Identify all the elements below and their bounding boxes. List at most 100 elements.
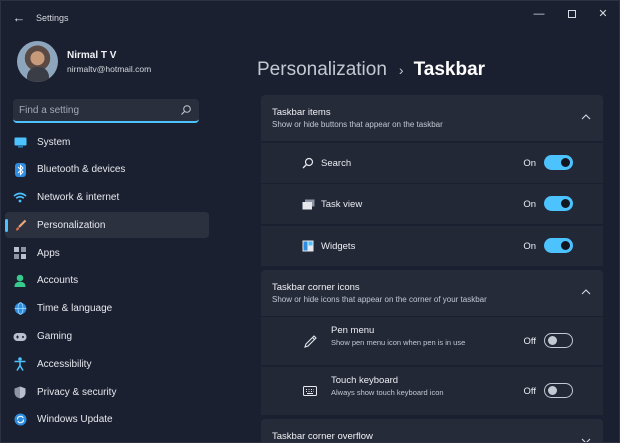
- accessibility-icon: [13, 357, 27, 372]
- sidebar-item-apps[interactable]: Apps: [5, 240, 209, 266]
- avatar: [17, 41, 58, 82]
- touch-keyboard-toggle[interactable]: [544, 382, 573, 398]
- toggle-state-text: Off: [523, 336, 537, 347]
- setting-row-task-view: Task view On: [261, 184, 603, 224]
- chevron-up-icon[interactable]: [581, 113, 591, 121]
- taskbar-items-header[interactable]: Taskbar items Show or hide buttons that …: [261, 95, 603, 141]
- search-input[interactable]: [19, 102, 169, 118]
- gamepad-icon: [13, 330, 27, 344]
- sidebar-item-label: Gaming: [37, 331, 73, 343]
- close-button[interactable]: ✕: [588, 5, 618, 23]
- search-box[interactable]: [13, 99, 199, 123]
- minimize-button[interactable]: —: [524, 5, 554, 23]
- setting-row-pen-menu: Pen menu Show pen menu icon when pen is …: [261, 317, 603, 365]
- group-subtitle: Show or hide buttons that appear on the …: [272, 120, 443, 129]
- search-icon[interactable]: [180, 104, 192, 116]
- sidebar-item-label: Time & language: [37, 303, 113, 315]
- setting-label: Search: [321, 157, 352, 169]
- maximize-button[interactable]: [557, 5, 587, 23]
- brush-icon: [13, 218, 27, 232]
- setting-label: Widgets: [321, 240, 356, 252]
- setting-label: Task view: [321, 199, 363, 210]
- monitor-icon: [13, 135, 27, 149]
- bluetooth-icon: [13, 162, 27, 177]
- update-icon: [13, 413, 27, 427]
- chevron-up-icon[interactable]: [581, 288, 591, 296]
- title-bar: ← Settings — ✕: [1, 1, 619, 35]
- breadcrumb: Personalization › Taskbar: [257, 57, 485, 83]
- close-icon: ✕: [598, 8, 608, 20]
- sidebar-item-accounts[interactable]: Accounts: [5, 268, 209, 294]
- task-view-icon: [301, 197, 315, 211]
- apps-icon: [13, 246, 27, 260]
- task-view-toggle[interactable]: [544, 196, 573, 211]
- toggle-knob: [561, 240, 570, 250]
- sidebar-item-label: Accounts: [37, 275, 79, 287]
- app-title: Settings: [36, 13, 69, 23]
- widgets-toggle[interactable]: [544, 237, 573, 253]
- chevron-down-icon[interactable]: [581, 437, 591, 443]
- setting-description: Show pen menu icon when pen is in use: [331, 338, 466, 347]
- sidebar-item-network[interactable]: Network & internet: [5, 185, 209, 211]
- sidebar-item-label: Accessibility: [37, 358, 92, 370]
- sidebar-item-label: Personalization: [37, 219, 106, 231]
- pen-icon: [303, 334, 317, 348]
- setting-label: Pen menu: [331, 325, 375, 336]
- sidebar-item-bluetooth[interactable]: Bluetooth & devices: [5, 157, 209, 183]
- wifi-icon: [13, 191, 27, 205]
- maximize-icon: [568, 10, 576, 19]
- sidebar-item-label: Apps: [37, 247, 60, 259]
- group-title: Taskbar corner icons: [272, 281, 360, 293]
- sidebar-item-system[interactable]: System: [5, 129, 209, 155]
- sidebar-item-privacy-security[interactable]: Privacy & security: [5, 379, 209, 405]
- shield-icon: [13, 385, 27, 399]
- search-icon: [301, 156, 315, 170]
- user-email: nirmaltv@hotmail.com: [67, 64, 152, 74]
- user-profile[interactable]: Nirmal T V nirmaltv@hotmail.com: [17, 41, 217, 85]
- sidebar-nav: System Bluetooth & devices Network & int…: [5, 129, 209, 435]
- setting-label: Touch keyboard: [331, 374, 399, 386]
- toggle-knob: [548, 336, 557, 345]
- sidebar-item-label: Privacy & security: [37, 386, 117, 398]
- group-title: Taskbar items: [272, 107, 331, 118]
- user-name: Nirmal T V: [67, 50, 117, 61]
- group-subtitle: Show or hide icons that appear on the co…: [272, 294, 487, 304]
- search-toggle[interactable]: [544, 154, 573, 170]
- settings-window: ← Settings — ✕ Nirmal T V nirmaltv@hotma…: [0, 0, 620, 443]
- settings-content: Taskbar items Show or hide buttons that …: [261, 95, 603, 443]
- sidebar-item-label: Network & internet: [37, 192, 120, 204]
- setting-description: Always show touch keyboard icon: [331, 387, 444, 397]
- pen-menu-toggle[interactable]: [544, 333, 573, 348]
- minimize-icon: —: [533, 8, 545, 20]
- sidebar-item-label: Bluetooth & devices: [37, 164, 126, 176]
- corner-icons-header[interactable]: Taskbar corner icons Show or hide icons …: [261, 269, 603, 316]
- toggle-knob: [548, 385, 557, 395]
- setting-row-search: Search On: [261, 142, 603, 183]
- corner-overflow-header[interactable]: Taskbar corner overflow: [261, 418, 603, 443]
- sidebar-item-label: System: [37, 136, 71, 148]
- globe-clock-icon: [13, 302, 27, 316]
- setting-row-touch-keyboard: Touch keyboard Always show touch keyboar…: [261, 366, 603, 415]
- back-arrow-icon: ←: [12, 10, 26, 25]
- page-title: Taskbar: [413, 59, 486, 80]
- back-button[interactable]: ←: [9, 9, 29, 27]
- toggle-knob: [561, 157, 570, 167]
- breadcrumb-separator: ›: [398, 62, 404, 78]
- sidebar-item-time-language[interactable]: Time & language: [5, 296, 209, 322]
- person-icon: [13, 274, 27, 288]
- toggle-state-text: On: [523, 240, 536, 252]
- sidebar-item-personalization[interactable]: Personalization: [5, 212, 209, 239]
- toggle-state-text: On: [523, 157, 536, 169]
- toggle-state-text: Off: [523, 385, 537, 397]
- keyboard-icon: [303, 384, 317, 398]
- breadcrumb-parent[interactable]: Personalization: [257, 59, 387, 81]
- sidebar-item-accessibility[interactable]: Accessibility: [5, 351, 209, 377]
- sidebar-item-windows-update[interactable]: Windows Update: [5, 407, 209, 433]
- toggle-knob: [561, 199, 570, 208]
- sidebar-item-gaming[interactable]: Gaming: [5, 324, 209, 350]
- widgets-icon: [301, 239, 315, 253]
- toggle-state-text: On: [523, 199, 536, 210]
- sidebar-item-label: Windows Update: [37, 414, 113, 426]
- setting-row-widgets: Widgets On: [261, 225, 603, 266]
- group-title: Taskbar corner overflow: [272, 430, 373, 442]
